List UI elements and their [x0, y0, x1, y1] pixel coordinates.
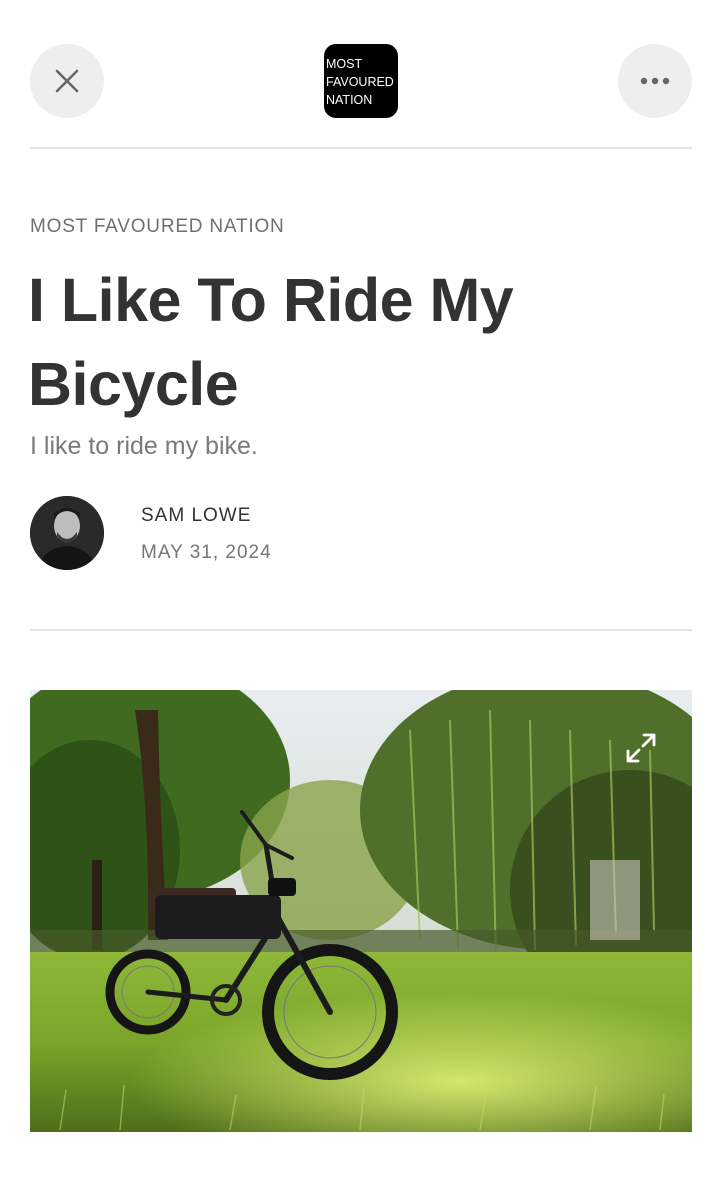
- publication-name[interactable]: MOST FAVOURED NATION: [30, 216, 285, 238]
- article-subtitle: I like to ride my bike.: [30, 432, 258, 460]
- more-horizontal-icon: [640, 77, 670, 85]
- header-divider: [30, 147, 692, 149]
- close-icon: [55, 69, 79, 93]
- article-divider: [30, 629, 692, 631]
- more-options-button[interactable]: [618, 44, 692, 118]
- author-name[interactable]: SAM LOWE: [141, 505, 251, 527]
- hero-image[interactable]: [30, 690, 692, 1132]
- logo-line-1: MOST: [326, 57, 363, 71]
- expand-icon: [626, 733, 656, 763]
- logo-line-3: NATION: [326, 93, 373, 107]
- logo-line-2: FAVOURED: [326, 75, 394, 89]
- publish-date: MAY 31, 2024: [141, 542, 272, 563]
- expand-image-button[interactable]: [610, 722, 672, 774]
- article-title: I Like To Ride My Bicycle: [28, 266, 514, 418]
- close-button[interactable]: [30, 44, 104, 118]
- author-avatar[interactable]: [30, 496, 104, 570]
- publication-logo[interactable]: MOST FAVOURED NATION: [324, 44, 398, 118]
